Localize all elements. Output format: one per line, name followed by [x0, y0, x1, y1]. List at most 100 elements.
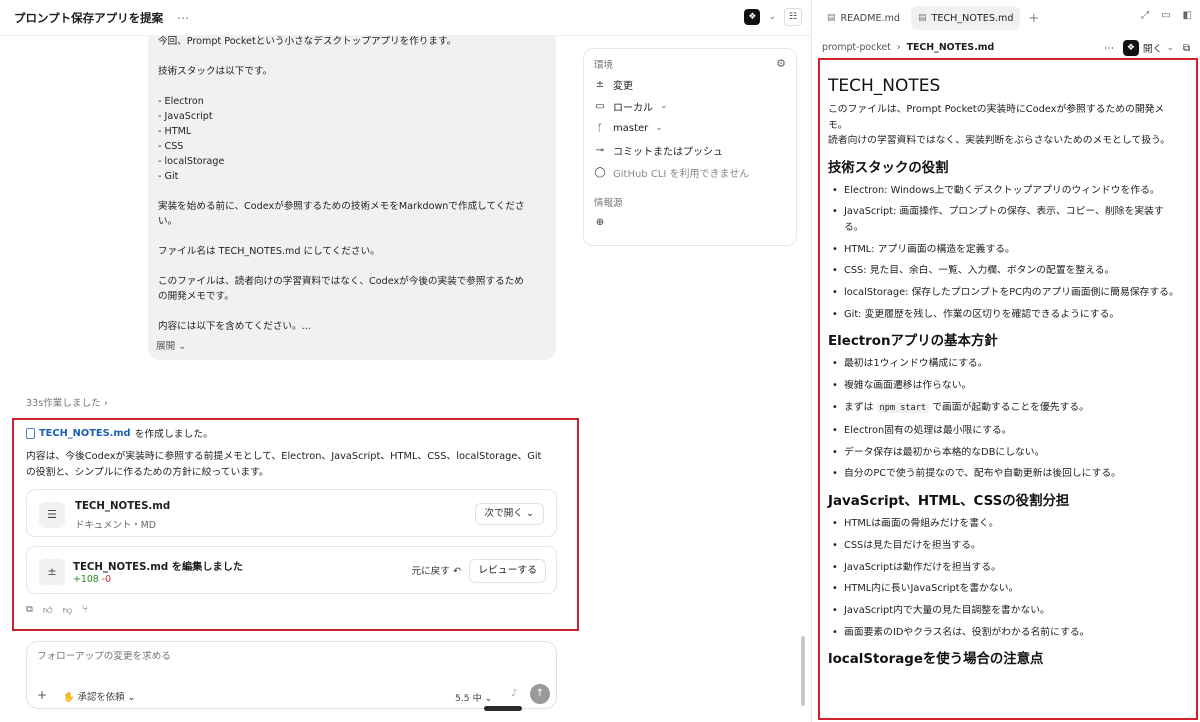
thread-title: プロンプト保存アプリを提案: [14, 10, 164, 25]
environment-item-label: GitHub CLI を利用できません: [613, 168, 750, 180]
edit-card-title: TECH_NOTES.md を編集しました: [73, 562, 244, 573]
doc-list-item: 最初は1ウィンドウ構成にする。: [828, 356, 1180, 372]
review-button[interactable]: レビューする: [469, 559, 546, 583]
chevron-down-icon: ⌄: [660, 101, 668, 111]
horizontal-scroll-handle[interactable]: [484, 706, 522, 711]
diff-stats: +108 -0: [73, 574, 111, 585]
doc-list-item: JavaScript内で大量の見た目調整を書かない。: [828, 603, 1180, 619]
doc-list-item: Git: 変更履歴を残し、作業の区切りを確認できるようにする。: [828, 307, 1180, 323]
gear-icon[interactable]: ⚙: [776, 57, 786, 70]
chevron-down-icon: ⌄: [655, 123, 663, 133]
app-brand-icon[interactable]: ❖: [744, 9, 761, 25]
doc-heading: 技術スタックの役割: [828, 160, 949, 176]
doc-list-item: Electron固有の処理は最小限にする。: [828, 423, 1180, 439]
message-line: い。: [158, 216, 178, 227]
message-line: の開発メモです。: [158, 291, 234, 302]
work-duration-label: 33s作業しました: [26, 398, 101, 409]
file-viewer-pane: ▤ README.md ▤ TECH_NOTES.md + ⤢ ▭ ◧ prompt-…: [812, 0, 1200, 722]
environment-item[interactable]: ◯ GitHub CLI を利用できません: [594, 161, 786, 183]
doc-list-item: まずは npm start で画面が起動することを優先する。: [828, 400, 1180, 417]
sources-label: 情報源: [594, 198, 623, 209]
markdown-document: TECH_NOTES このファイルは、Prompt Pocketの実装時にCod…: [828, 74, 1180, 674]
file-card[interactable]: ☰ TECH_NOTES.md ドキュメント・MD 次で開く ⌄: [26, 489, 557, 537]
message-line: - HTML: [158, 126, 192, 137]
doc-heading: JavaScript、HTML、CSSの役割分担: [828, 493, 1070, 509]
environment-item-icon: ±: [595, 78, 605, 90]
doc-list-item: 画面要素のIDやクラス名は、役割がわかる名前にする。: [828, 625, 1180, 641]
environment-item-label: master: [613, 122, 649, 134]
doc-title: TECH_NOTES: [828, 76, 941, 96]
chevron-down-icon[interactable]: ⌄: [768, 12, 776, 22]
sidebar-icon[interactable]: ◧: [1183, 10, 1192, 21]
environment-item[interactable]: ▭ ローカル ⌄: [594, 95, 786, 117]
revert-button[interactable]: 元に戻す ↶: [412, 563, 461, 577]
edit-card[interactable]: ± TECH_NOTES.md を編集しました +108 -0 元に戻す ↶ レ…: [26, 546, 557, 594]
open-button[interactable]: ❖ 開く ⌄: [1122, 40, 1174, 56]
document-icon: ☰: [39, 502, 65, 528]
message-line: [158, 79, 546, 94]
message-line: - localStorage: [158, 156, 225, 167]
environment-item-label: ローカル: [613, 102, 653, 114]
copy-icon[interactable]: ⧉: [1183, 43, 1190, 54]
approval-mode-select[interactable]: ✋ 承認を依頼 ⌄: [63, 689, 135, 703]
window-controls: ⤢ ▭ ◧: [1141, 10, 1192, 21]
expand-label: 展開: [156, 341, 176, 352]
message-line: [158, 229, 546, 244]
new-tab-icon[interactable]: +: [1028, 11, 1039, 26]
add-icon[interactable]: +: [37, 688, 47, 702]
doc-heading: localStorageを使う場合の注意点: [828, 652, 1044, 668]
more-options-icon[interactable]: ⋯: [177, 11, 190, 25]
file-link[interactable]: TECH_NOTES.md: [39, 428, 131, 439]
doc-list: 最初は1ウィンドウ構成にする。複雑な画面遷移は作らない。まずは npm star…: [828, 356, 1180, 481]
doc-list-item: HTMLは画面の骨組みだけを書く。: [828, 516, 1180, 532]
doc-intro-1: このファイルは、Prompt Pocketの実装時にCodexが参照するための開…: [828, 104, 1165, 131]
expand-button[interactable]: 展開 ⌄: [156, 339, 186, 354]
thumbs-up-icon[interactable]: 👍︎: [43, 604, 53, 616]
environment-item[interactable]: ᚴ master ⌄: [594, 117, 786, 139]
panel-toggle-icon[interactable]: ☷: [784, 8, 802, 26]
message-line: - Electron: [158, 96, 204, 107]
expand-icon[interactable]: ⤢: [1141, 10, 1149, 21]
vertical-scrollbar[interactable]: [801, 636, 805, 706]
fork-icon[interactable]: ⑂: [82, 604, 88, 616]
approval-mode-label: 承認を依頼 ⌄: [77, 692, 136, 703]
environment-label: 環境: [594, 60, 614, 71]
microphone-icon[interactable]: ♪: [511, 688, 517, 699]
chat-pane: プロンプト保存アプリを提案 ⋯ ❖ ⌄ ☷ 今回、Prompt Pocketとい…: [0, 0, 812, 722]
model-select[interactable]: 5.5 中 ⌄: [455, 690, 492, 704]
breadcrumb-folder[interactable]: prompt-pocket: [822, 42, 891, 53]
thumbs-down-icon[interactable]: 👎︎: [63, 604, 73, 616]
doc-list: Electron: Windows上で動くデスクトップアプリのウィンドウを作る。…: [828, 183, 1180, 323]
environment-items: ± 変更 ▭ ローカル ⌄ ᚴ master ⌄ ⊸ コミットまたはプッシュ ◯ GitHub CLI…: [594, 73, 786, 183]
message-line: 技術スタックは以下です。: [158, 66, 273, 77]
message-actions: ⧉ 👍︎ 👎︎ ⑂: [26, 604, 88, 616]
tab-active[interactable]: ▤ TECH_NOTES.md: [911, 6, 1021, 30]
message-line: [158, 184, 546, 199]
send-button[interactable]: ↑: [530, 684, 550, 704]
message-lines: 今回、Prompt Pocketという小さなデスクトップアプリを作ります。 技術ス…: [158, 34, 546, 334]
environment-item-label: コミットまたはプッシュ: [613, 146, 723, 158]
tabs: ▤ README.md ▤ TECH_NOTES.md: [820, 6, 1021, 30]
open-label: 開く: [1142, 44, 1163, 55]
environment-item-icon: ▭: [595, 100, 605, 112]
copy-icon[interactable]: ⧉: [26, 604, 33, 616]
message-line: - Git: [158, 171, 179, 182]
environment-item[interactable]: ± 変更: [594, 73, 786, 95]
tab-file[interactable]: ▤ README.md: [820, 6, 907, 30]
doc-list-item: CSSは見た目だけを担当する。: [828, 538, 1180, 554]
environment-item[interactable]: ⊸ コミットまたはプッシュ: [594, 139, 786, 161]
tab-label: README.md: [840, 12, 901, 24]
file-icon: ▤: [827, 13, 836, 23]
follow-up-input[interactable]: [37, 651, 537, 662]
open-with-button[interactable]: 次で開く ⌄: [474, 503, 544, 525]
work-duration[interactable]: 33s作業しました ›: [26, 395, 108, 409]
npm-suffix: で画面が起動することを優先する。: [932, 402, 1089, 414]
globe-row[interactable]: ⊕: [594, 211, 786, 233]
split-view-icon[interactable]: ▭: [1161, 10, 1170, 21]
doc-list-item: JavaScript: 画面操作、プロンプトの保存、表示、コピー、削除を実装する…: [828, 204, 1180, 235]
file-icon: ▤: [918, 13, 927, 23]
doc-intro-2: 読者向けの学習資料ではなく、実装判断をぶらさないためのメモとして扱う。: [828, 135, 1171, 146]
composer: + ✋ 承認を依頼 ⌄ 5.5 中 ⌄ ♪ ↑: [26, 641, 557, 709]
more-options-icon[interactable]: ⋯: [1104, 43, 1114, 54]
header-actions: ❖ ⌄ ☷: [744, 8, 802, 26]
